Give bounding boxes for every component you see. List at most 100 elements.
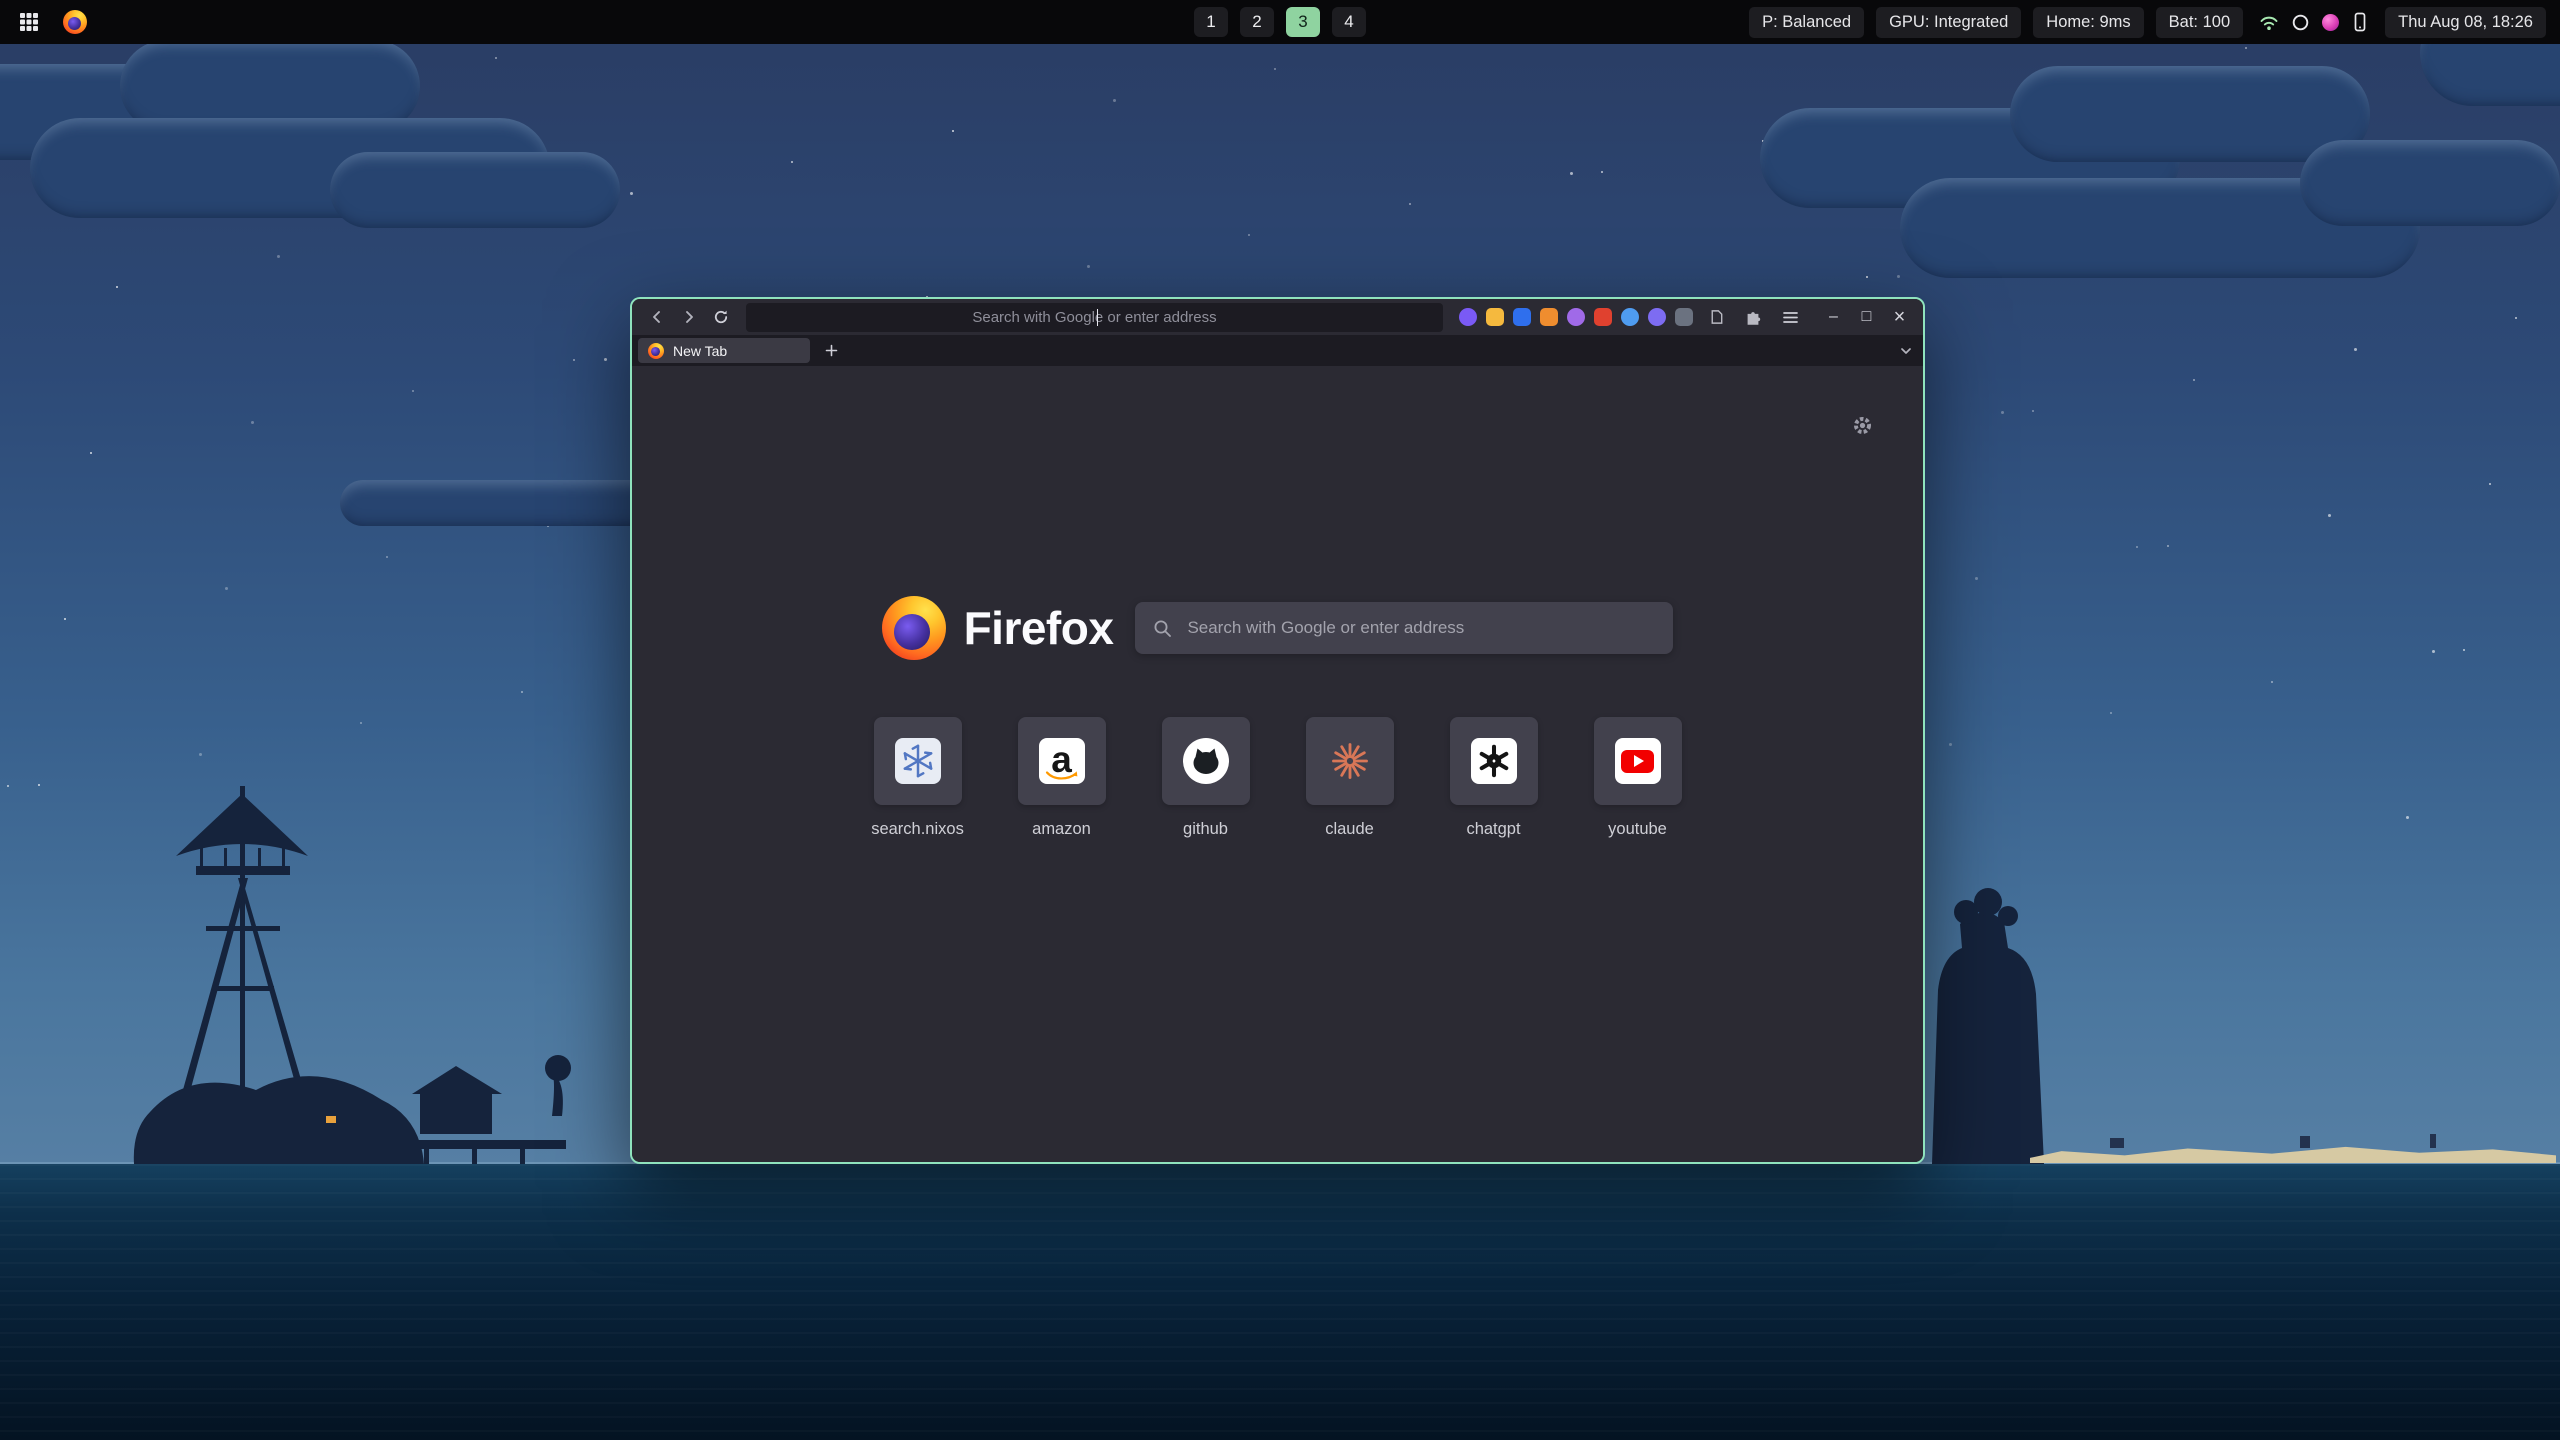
workspace-3-active[interactable]: 3 — [1286, 7, 1320, 37]
star — [2406, 816, 2409, 819]
system-tray — [2259, 12, 2369, 32]
clock: Thu Aug 08, 18:26 — [2385, 7, 2546, 38]
star — [225, 587, 228, 590]
shortcut-claude[interactable]: claude — [1306, 717, 1394, 839]
star — [386, 556, 388, 558]
extensions-puzzle-icon — [1744, 309, 1762, 326]
star — [952, 130, 954, 132]
shortcut-label: search.nixos — [871, 820, 964, 839]
shortcut-youtube[interactable]: youtube — [1594, 717, 1682, 839]
cloud — [340, 480, 680, 526]
shortcut-label: chatgpt — [1466, 820, 1520, 839]
star — [2354, 348, 2357, 351]
page-actions-button[interactable] — [1702, 303, 1730, 331]
firefox-icon — [63, 10, 87, 34]
star — [495, 57, 497, 59]
tile-box — [1594, 717, 1682, 805]
menu-button[interactable] — [1776, 303, 1804, 331]
extension-icon[interactable] — [1540, 308, 1558, 326]
star — [1866, 276, 1868, 278]
list-all-tabs-button[interactable] — [1899, 335, 1913, 366]
tab-title: New Tab — [673, 343, 727, 359]
window-controls: – □ × — [1820, 304, 1913, 331]
tab-new-tab[interactable]: New Tab — [638, 338, 810, 363]
new-tab-button[interactable] — [818, 338, 844, 363]
shortcut-label: github — [1183, 820, 1228, 839]
star — [251, 421, 254, 424]
extension-icons — [1459, 303, 1804, 331]
workspace-4[interactable]: 4 — [1332, 7, 1366, 37]
shortcut-amazon[interactable]: a amazon — [1018, 717, 1106, 839]
star — [90, 452, 92, 454]
extension-icon[interactable] — [1594, 308, 1612, 326]
star — [630, 192, 633, 195]
sandbar-tree — [2430, 1134, 2436, 1148]
new-tab-page: Firefox — [632, 366, 1923, 1162]
url-bar[interactable] — [746, 303, 1443, 332]
star — [116, 286, 118, 288]
star — [2032, 410, 2034, 412]
firefox-favicon — [648, 343, 664, 359]
close-button[interactable]: × — [1886, 304, 1913, 331]
reload-button[interactable] — [706, 303, 736, 331]
star — [2463, 649, 2465, 651]
newtab-search-input[interactable] — [1185, 617, 1655, 639]
nixos-snowflake-icon — [895, 738, 941, 784]
extension-icon[interactable] — [1459, 308, 1477, 326]
forward-button[interactable] — [674, 303, 704, 331]
firefox-brand: Firefox — [882, 596, 1114, 660]
back-arrow-icon — [649, 309, 665, 325]
back-button[interactable] — [642, 303, 672, 331]
star — [1113, 99, 1116, 102]
app-launcher-button[interactable] — [14, 7, 44, 37]
star — [2515, 317, 2517, 319]
firefox-launcher-button[interactable] — [60, 7, 90, 37]
star — [1975, 577, 1978, 580]
claude-starburst-icon — [1328, 739, 1372, 783]
shortcut-tiles: search.nixos a — [632, 717, 1923, 839]
reload-icon — [713, 309, 729, 325]
star — [2167, 545, 2169, 547]
shortcut-chatgpt[interactable]: chatgpt — [1450, 717, 1538, 839]
shortcut-github[interactable]: github — [1162, 717, 1250, 839]
search-icon — [1153, 619, 1172, 638]
media-indicator-icon[interactable] — [2322, 14, 2339, 31]
youtube-icon — [1615, 738, 1661, 784]
workspace-1[interactable]: 1 — [1194, 7, 1228, 37]
star — [2432, 650, 2435, 653]
newtab-search-bar[interactable] — [1135, 602, 1673, 654]
battery-status: Bat: 100 — [2156, 7, 2243, 38]
star — [521, 691, 523, 693]
firefox-wordmark: Firefox — [964, 601, 1114, 655]
url-input[interactable] — [758, 308, 1431, 327]
workspace-2[interactable]: 2 — [1240, 7, 1274, 37]
tile-box — [1450, 717, 1538, 805]
shortcut-search-nixos[interactable]: search.nixos — [874, 717, 962, 839]
extension-icon[interactable] — [1513, 308, 1531, 326]
bluetooth-icon[interactable] — [2291, 13, 2310, 32]
wallpaper-sea — [0, 1164, 2560, 1440]
cloud — [2010, 66, 2370, 162]
star — [360, 722, 362, 724]
extensions-button[interactable] — [1739, 303, 1767, 331]
personalize-button[interactable] — [1847, 410, 1877, 440]
wifi-icon[interactable] — [2259, 13, 2279, 32]
extension-icon[interactable] — [1621, 308, 1639, 326]
star — [277, 255, 280, 258]
maximize-button[interactable]: □ — [1853, 304, 1880, 331]
minimize-button[interactable]: – — [1820, 304, 1847, 331]
extension-icon[interactable] — [1567, 308, 1585, 326]
forward-arrow-icon — [681, 309, 697, 325]
extension-icon[interactable] — [1675, 308, 1693, 326]
tile-box: a — [1018, 717, 1106, 805]
extension-icon[interactable] — [1486, 308, 1504, 326]
tab-bar: New Tab — [632, 335, 1923, 366]
extension-icon[interactable] — [1648, 308, 1666, 326]
star — [1949, 743, 1952, 746]
plus-icon — [825, 344, 838, 357]
github-octocat-icon — [1183, 738, 1229, 784]
phone-icon[interactable] — [2351, 12, 2369, 32]
browser-toolbar: – □ × — [632, 299, 1923, 335]
star — [2001, 411, 2004, 414]
shortcut-label: amazon — [1032, 820, 1091, 839]
